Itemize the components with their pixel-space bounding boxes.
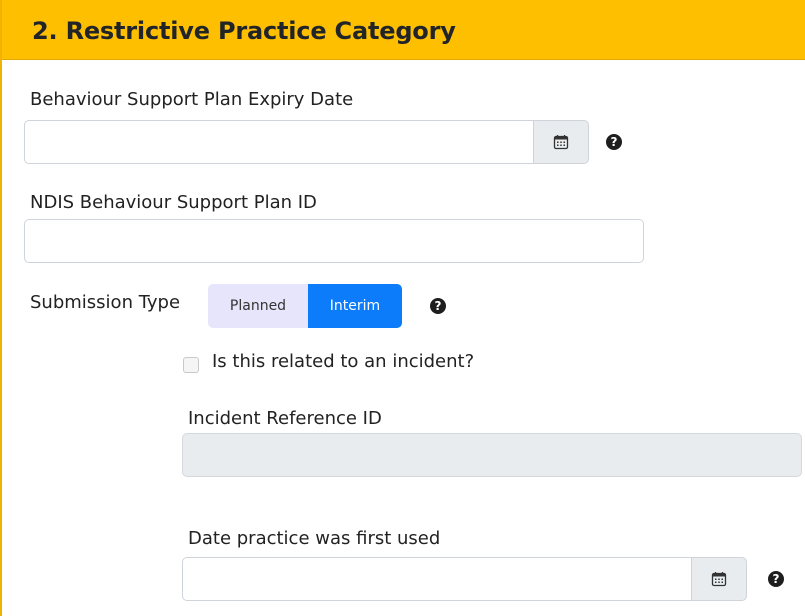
first-used-date-help-icon[interactable]: ? (768, 571, 784, 587)
bsp-expiry-input[interactable] (24, 120, 534, 164)
submission-type-label: Submission Type (30, 292, 181, 313)
ndis-bsp-id-label: NDIS Behaviour Support Plan ID (30, 192, 317, 213)
calendar-icon (553, 135, 569, 150)
section-title: 2. Restrictive Practice Category (32, 17, 456, 45)
submission-type-help-icon[interactable]: ? (430, 298, 446, 314)
bsp-expiry-label: Behaviour Support Plan Expiry Date (30, 89, 354, 110)
bsp-expiry-calendar-button[interactable] (533, 120, 589, 164)
first-used-date-input[interactable] (182, 557, 692, 601)
incident-reference-input[interactable] (182, 433, 802, 477)
restrictive-practice-panel: 2. Restrictive Practice Category Behavio… (0, 0, 805, 616)
incident-reference-label: Incident Reference ID (188, 408, 382, 429)
ndis-bsp-id-input[interactable] (24, 219, 644, 263)
calendar-icon (711, 572, 727, 587)
incident-related-label: Is this related to an incident? (212, 351, 475, 372)
first-used-date-calendar-button[interactable] (691, 557, 747, 601)
first-used-date-label: Date practice was first used (188, 528, 441, 549)
incident-related-checkbox[interactable] (183, 357, 199, 373)
submission-type-planned-button[interactable]: Planned (208, 284, 308, 328)
section-header: 2. Restrictive Practice Category (2, 0, 805, 60)
submission-type-interim-button[interactable]: Interim (308, 284, 402, 328)
bsp-expiry-help-icon[interactable]: ? (606, 134, 622, 150)
